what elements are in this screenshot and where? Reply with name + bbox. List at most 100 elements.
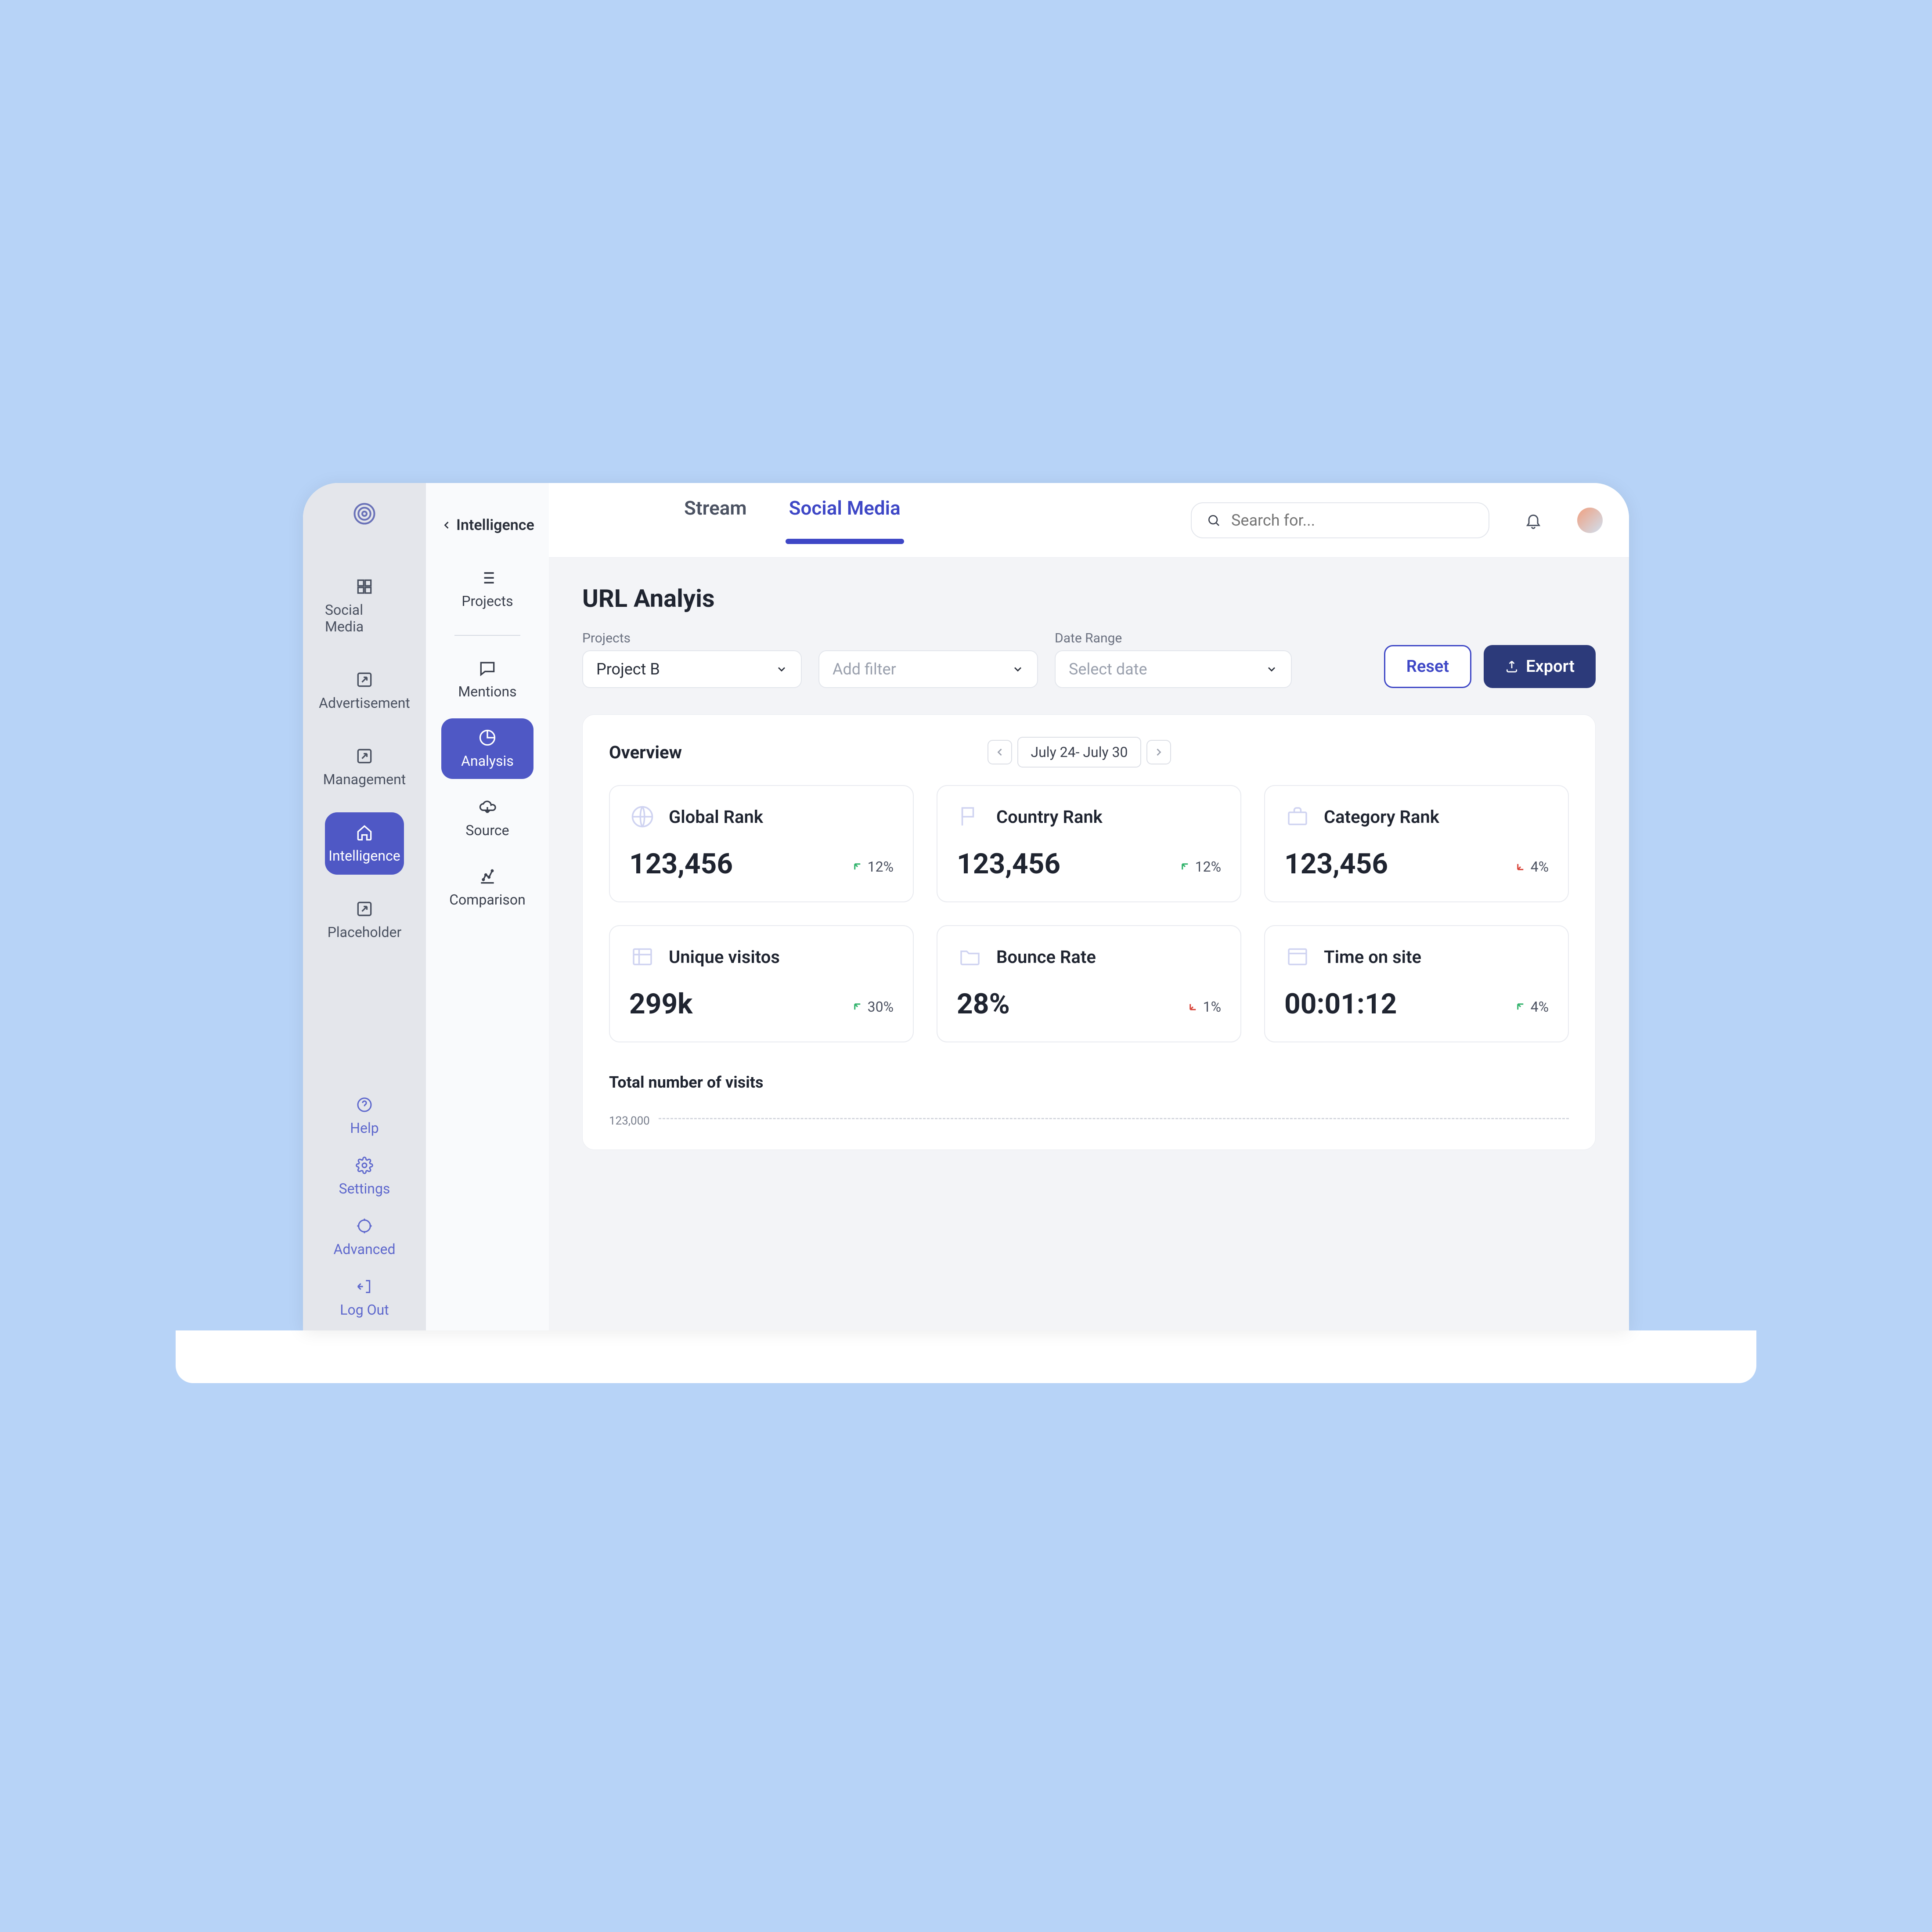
stat-title: Unique visitos — [669, 947, 780, 967]
filter-label: Date Range — [1055, 631, 1292, 646]
chevron-right-icon — [1153, 746, 1165, 758]
sidebar-item-social-media[interactable]: Social Media — [325, 566, 404, 645]
stat-card-unique-visitors: Unique visitos 299k 30% — [609, 925, 914, 1042]
box-arrow-icon — [355, 746, 374, 766]
main-area: Stream Social Media URL Analyis — [549, 483, 1629, 1330]
sidebar-item-advanced[interactable]: Advanced — [325, 1209, 404, 1265]
stat-value: 00:01:12 — [1284, 988, 1397, 1020]
tab-social-media[interactable]: Social Media — [786, 497, 904, 544]
reset-button[interactable]: Reset — [1384, 645, 1471, 688]
stat-card-global-rank: Global Rank 123,45612% — [609, 785, 914, 902]
sidebar-item-logout[interactable]: Log Out — [325, 1270, 404, 1325]
filter-date-range: Date Range Select date — [1055, 631, 1292, 688]
subnav-item-label: Source — [465, 822, 509, 839]
folder-icon — [957, 944, 983, 970]
sidebar-item-settings[interactable]: Settings — [325, 1149, 404, 1204]
list-icon — [478, 568, 497, 588]
tab-stream[interactable]: Stream — [681, 497, 750, 544]
trend-up-icon — [851, 1000, 864, 1013]
logo-icon — [351, 501, 378, 527]
stat-grid: Global Rank 123,45612% Country Rank 123,… — [609, 785, 1569, 1042]
date-range-label: July 24- July 30 — [1031, 744, 1128, 761]
sidebar-item-label: Management — [323, 771, 406, 788]
select-value: Add filter — [833, 660, 896, 678]
stat-title: Category Rank — [1324, 807, 1439, 827]
subnav-item-analysis[interactable]: Analysis — [441, 718, 533, 779]
subnav-item-comparison[interactable]: Comparison — [441, 857, 533, 918]
filter-projects: Projects Project B — [582, 631, 802, 688]
laptop-mockup: Social Media Advertisement Management In… — [176, 483, 1756, 1449]
stat-card-bounce-rate: Bounce Rate 28%1% — [937, 925, 1241, 1042]
date-next-button[interactable] — [1146, 740, 1171, 764]
chart-title: Total number of visits — [609, 1073, 1569, 1092]
sidebar-item-help[interactable]: Help — [325, 1088, 404, 1143]
stat-title: Country Rank — [996, 807, 1103, 827]
trend-down-icon — [1186, 1000, 1200, 1013]
stat-trend: 12% — [851, 858, 894, 875]
search-input-wrapper[interactable] — [1191, 502, 1489, 538]
secondary-sidebar: Intelligence Projects Mentions Analysis — [426, 483, 549, 1330]
grid-icon — [355, 577, 374, 596]
stat-value: 123,456 — [1284, 847, 1388, 880]
help-icon — [355, 1095, 374, 1114]
topbar: Stream Social Media — [549, 483, 1629, 558]
back-link-label: Intelligence — [456, 516, 534, 534]
subnav-item-projects[interactable]: Projects — [441, 559, 533, 619]
laptop-base — [176, 1330, 1756, 1383]
back-link[interactable]: Intelligence — [440, 516, 534, 534]
sidebar-item-placeholder[interactable]: Placeholder — [325, 889, 404, 951]
date-picker: July 24- July 30 — [988, 737, 1171, 768]
stat-trend: 4% — [1514, 998, 1549, 1015]
date-range-select[interactable]: Select date — [1055, 650, 1292, 688]
chart-area: 123,000 — [609, 1114, 1569, 1128]
sidebar-item-label: Help — [350, 1120, 379, 1136]
notifications-icon[interactable] — [1525, 512, 1542, 529]
date-prev-button[interactable] — [988, 740, 1012, 764]
sidebar-item-advertisement[interactable]: Advertisement — [325, 660, 404, 722]
button-label: Reset — [1406, 657, 1449, 676]
add-filter-select[interactable]: Add filter — [818, 650, 1038, 688]
select-value: Project B — [596, 660, 660, 678]
sidebar-item-label: Advanced — [333, 1241, 395, 1258]
gridline — [659, 1118, 1569, 1119]
overview-header: Overview July 24- July 30 — [609, 737, 1569, 768]
stat-value: 123,456 — [957, 847, 1060, 880]
chart-icon — [478, 867, 497, 886]
sidebar-item-management[interactable]: Management — [325, 736, 404, 798]
logout-icon — [355, 1277, 374, 1296]
page-title: URL Analyis — [582, 584, 1596, 613]
avatar[interactable] — [1577, 508, 1603, 533]
stat-trend: 1% — [1186, 998, 1221, 1015]
subnav-item-source[interactable]: Source — [441, 788, 533, 848]
overview-title: Overview — [609, 742, 682, 763]
sidebar-item-label: Settings — [339, 1180, 390, 1197]
home-icon — [355, 823, 374, 842]
stat-card-country-rank: Country Rank 123,456 12% — [937, 785, 1241, 902]
stat-trend: 30% — [851, 998, 894, 1015]
stat-title: Global Rank — [669, 807, 763, 827]
upload-icon — [1505, 660, 1519, 674]
y-axis-label: 123,000 — [609, 1114, 650, 1128]
subnav-item-mentions[interactable]: Mentions — [441, 649, 533, 710]
stat-trend: 12% — [1179, 858, 1221, 875]
search-input[interactable] — [1231, 511, 1474, 530]
flag-icon — [957, 804, 983, 830]
trend-up-icon — [1179, 860, 1192, 873]
subnav-item-label: Mentions — [458, 683, 516, 700]
target-icon — [355, 1216, 374, 1236]
projects-select[interactable]: Project B — [582, 650, 802, 688]
stat-value: 299k — [629, 988, 692, 1020]
sidebar-item-intelligence[interactable]: Intelligence — [325, 812, 404, 875]
primary-sidebar: Social Media Advertisement Management In… — [303, 483, 426, 1330]
overview-panel: Overview July 24- July 30 Global Rank — [582, 714, 1596, 1150]
select-value: Select date — [1069, 660, 1147, 678]
stat-card-time-on-site: Time on site 00:01:124% — [1264, 925, 1569, 1042]
export-button[interactable]: Export — [1484, 645, 1596, 688]
stat-value: 28% — [957, 988, 1010, 1020]
chevron-left-icon — [994, 746, 1006, 758]
date-range-button[interactable]: July 24- July 30 — [1017, 737, 1141, 768]
box-arrow-icon — [355, 899, 374, 919]
pie-icon — [478, 728, 497, 747]
button-label: Export — [1526, 657, 1575, 676]
sidebar-item-label: Advertisement — [319, 695, 410, 711]
